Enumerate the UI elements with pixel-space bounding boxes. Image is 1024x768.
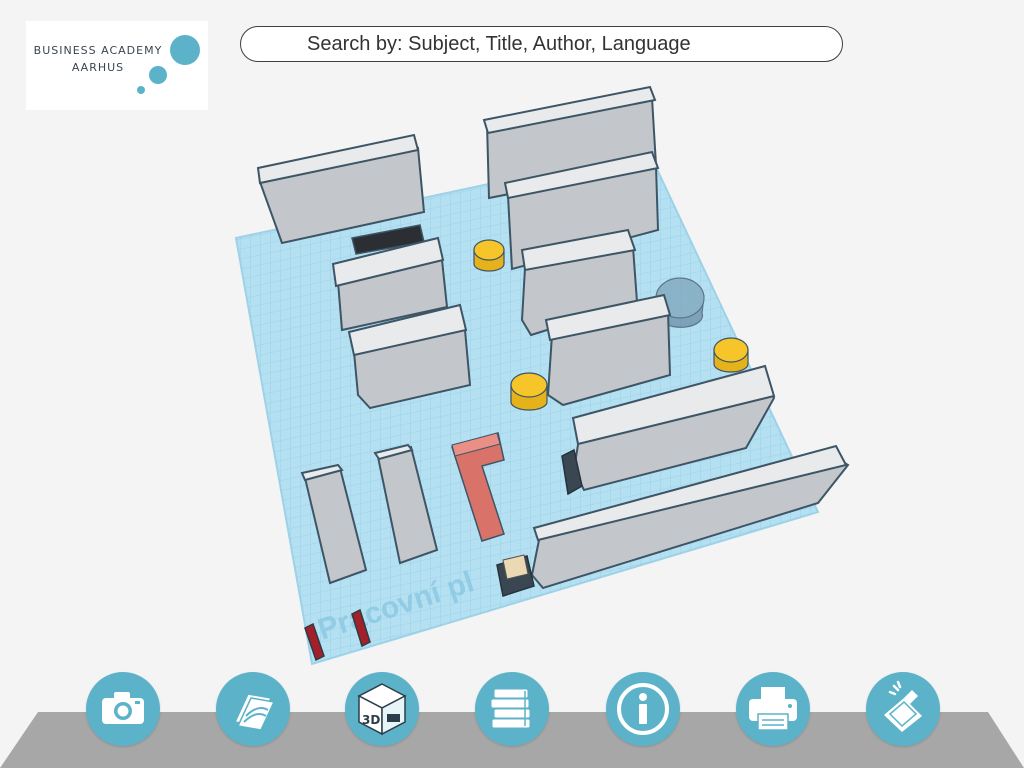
info-button[interactable] (606, 672, 680, 746)
camera-button[interactable] (86, 672, 160, 746)
books-icon (490, 688, 531, 729)
book-scanner-button[interactable] (866, 672, 940, 746)
library-floor-plan[interactable]: Pracovní pl (0, 70, 1024, 670)
yellow-table-2[interactable] (713, 337, 749, 373)
yellow-table-1[interactable] (473, 239, 505, 272)
camera-icon (102, 692, 144, 724)
books-button[interactable] (475, 672, 549, 746)
info-icon (617, 683, 669, 735)
brochure-button[interactable] (216, 672, 290, 746)
yellow-table-3[interactable] (510, 372, 548, 411)
search-input[interactable] (240, 26, 843, 62)
printer-icon (749, 687, 797, 731)
book-scanner-icon (884, 680, 922, 732)
3d-view-button[interactable]: 3D (345, 672, 419, 746)
print-button[interactable] (736, 672, 810, 746)
3d-box-icon: 3D (357, 683, 407, 736)
svg-text:3D: 3D (362, 713, 380, 727)
logo-text-line1: BUSINESS ACADEMY (33, 44, 163, 57)
brochure-icon (233, 693, 276, 731)
